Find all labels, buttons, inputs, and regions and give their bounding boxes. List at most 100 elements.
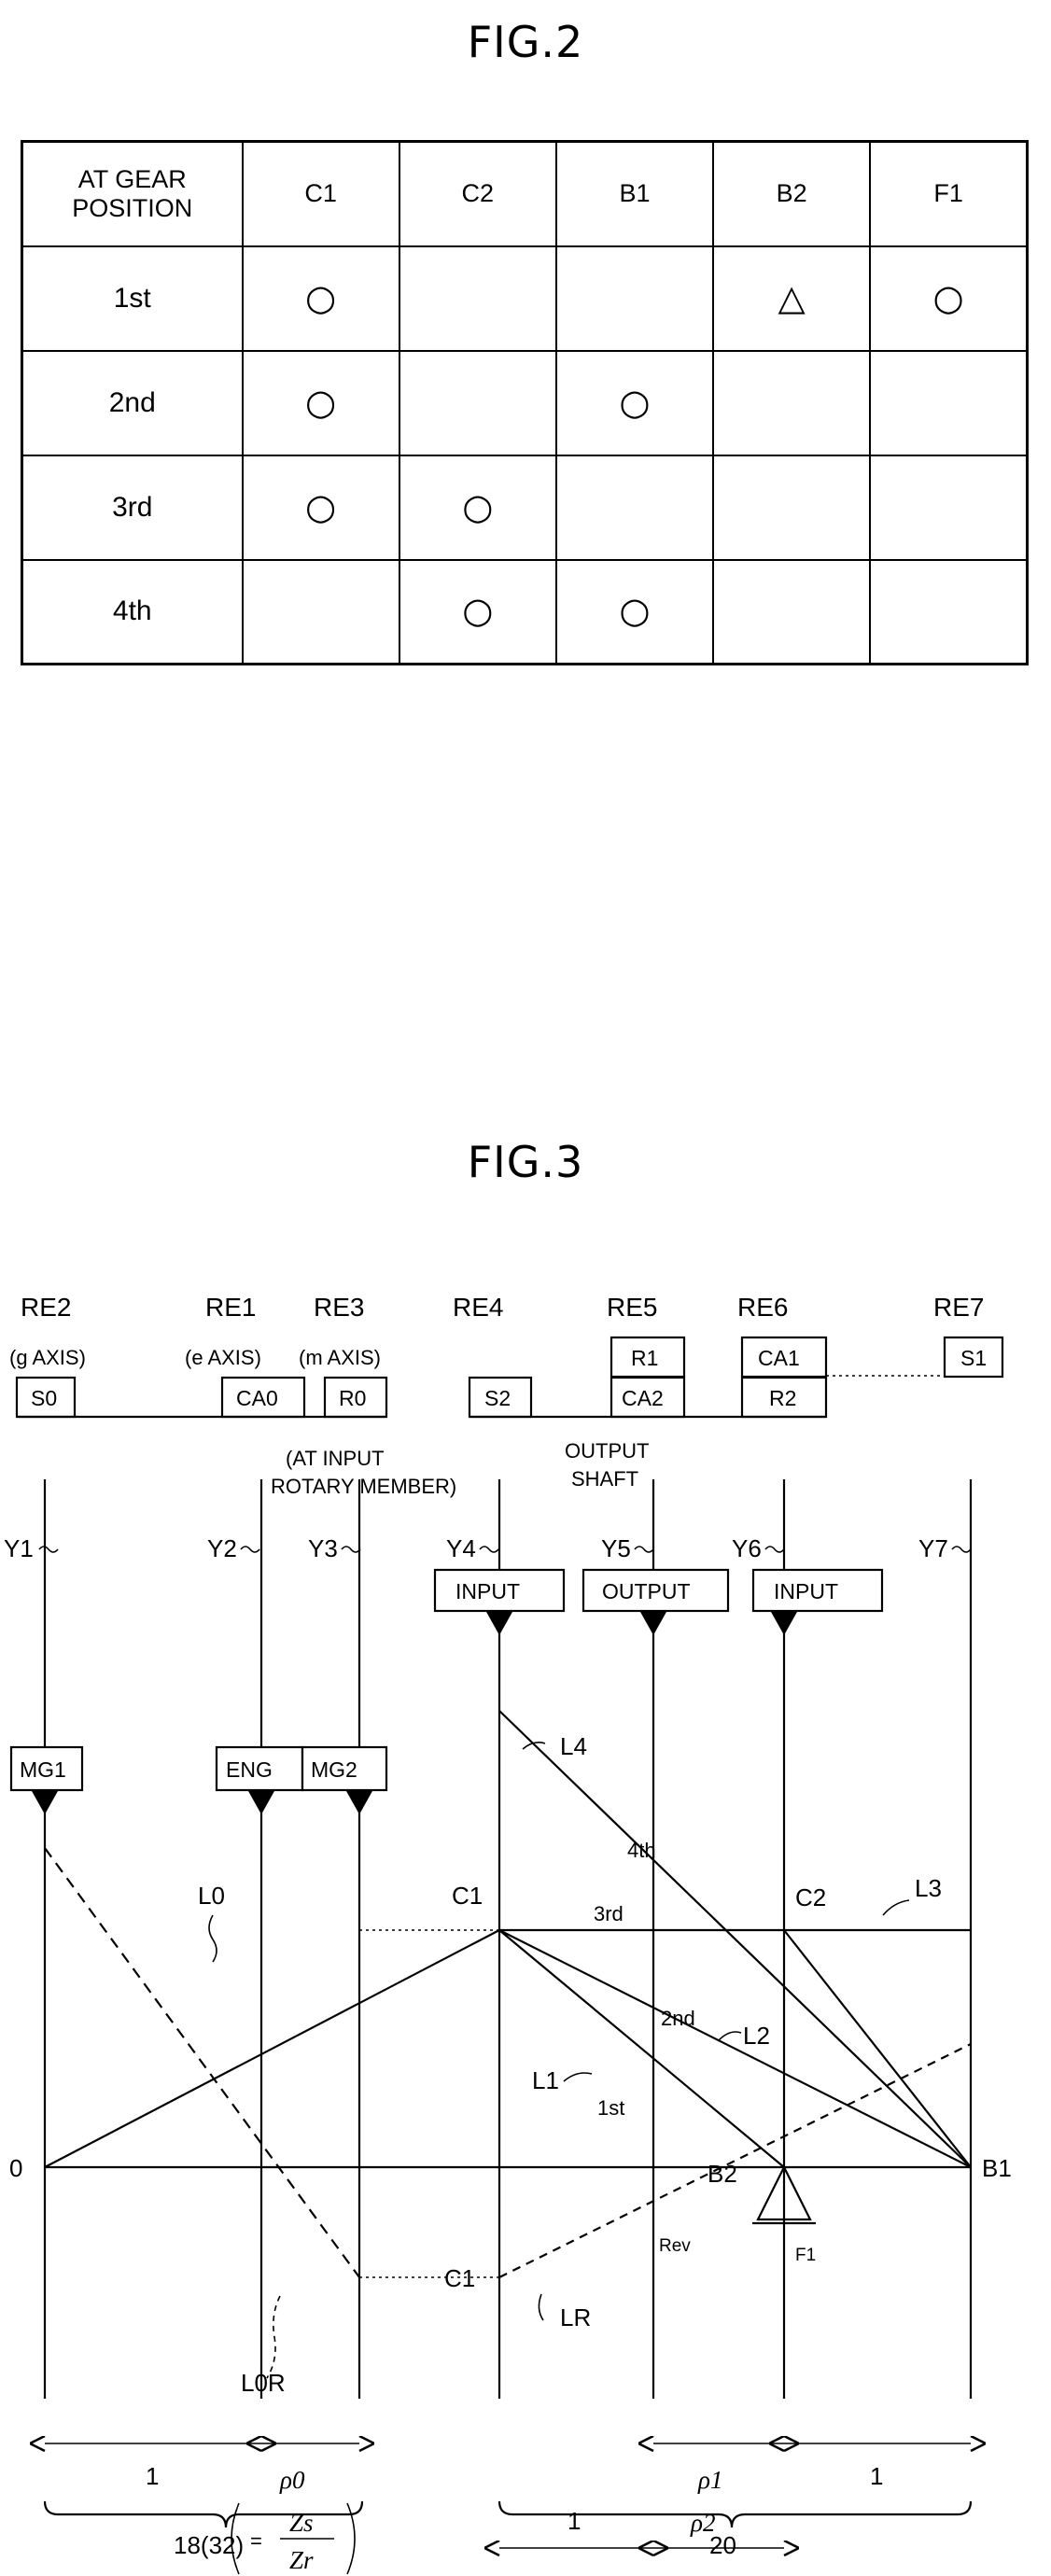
row-label-gear: 2nd (21, 349, 244, 456)
re-label-re5: RE5 (607, 1293, 657, 1322)
re-label-re4: RE4 (453, 1293, 503, 1322)
table-row: 3rd ○ ○ (21, 454, 1029, 561)
cell-3rd-f1 (869, 454, 1029, 561)
line-l4-group: L4 4th (498, 1710, 972, 2168)
marker-triangle-y4 (486, 1612, 512, 1635)
element-label-r2: R2 (769, 1386, 796, 1410)
re-label-re6: RE6 (737, 1293, 788, 1322)
column-header-gear-position: AT GEAR POSITION (21, 140, 244, 247)
y1-leader (38, 1546, 59, 1553)
cell-1st-b1 (554, 245, 715, 352)
column-header-c2: C2 (398, 140, 557, 247)
io-label-input-y6: INPUT (774, 1579, 838, 1603)
device-label-eng: ENG (226, 1757, 273, 1782)
at-gear-position-table: AT GEAR POSITION C1 C2 B1 B2 F1 1st ○ △ … (21, 140, 1029, 665)
element-label-r1: R1 (631, 1346, 658, 1370)
l1-leader (563, 2072, 593, 2082)
line-l1-l2-group: L1 1st 2nd L2 (498, 1929, 972, 2168)
table-body: 1st ○ △ ○ 2nd ○ ○ 3rd ○ ○ 4th ○ ○ (21, 245, 1029, 665)
l0-leader (208, 1914, 217, 1963)
engagement-symbol: ○ (305, 381, 337, 423)
line-l0 (44, 1929, 500, 2168)
note-at-input-line2: ROTARY MEMBER) (271, 1475, 456, 1498)
line-lr-group: LR Rev (498, 2043, 972, 2331)
note-labels: (AT INPUT ROTARY MEMBER) OUTPUT SHAFT (271, 1439, 649, 1498)
re-label-re3: RE3 (314, 1293, 364, 1322)
bottom-brace-group: 18(32) 20 (43, 2500, 973, 2559)
cell-2nd-b2 (712, 349, 872, 456)
cell-4th-c2: ○ (398, 558, 557, 665)
fig3-nomograph: RE2 RE1 RE3 RE4 RE5 RE6 RE7 (g AXIS) (e … (0, 1213, 1051, 2576)
device-label-mg2: MG2 (311, 1757, 357, 1782)
y-label-y5: Y5 (601, 1534, 631, 1562)
re-label-re7: RE7 (933, 1293, 984, 1322)
column-header-b1: B1 (554, 140, 715, 247)
element-label-s2: S2 (484, 1386, 511, 1410)
l3-leader (882, 1899, 910, 1916)
cell-4th-c1 (241, 558, 400, 665)
y3-leader (341, 1546, 361, 1553)
brace-right (497, 2500, 973, 2528)
element-label-s0: S0 (31, 1386, 57, 1410)
column-header-c1: C1 (241, 140, 400, 247)
line-l3-extension (783, 1929, 972, 2168)
marker-triangle-mg1 (32, 1791, 58, 1814)
header-line-1: AT GEAR (77, 164, 187, 193)
line-l2-second-gear (498, 1929, 972, 2168)
brace-left (43, 2500, 364, 2528)
row-label-gear: 1st (21, 245, 244, 352)
patent-figure-page: FIG.2 AT GEAR POSITION C1 C2 B1 B2 F1 1s… (0, 0, 1051, 2576)
table-row: 2nd ○ ○ (21, 349, 1029, 456)
note-output-line1: OUTPUT (565, 1439, 649, 1463)
device-boxes: MG1 ENG MG2 (9, 1745, 388, 1814)
marker-triangle-y5 (640, 1612, 666, 1635)
lr-leader (538, 2293, 544, 2321)
gear-label-1st: 1st (597, 2096, 624, 2120)
gear-label-3rd: 3rd (594, 1902, 624, 1925)
cell-3rd-c1: ○ (241, 454, 400, 561)
reference-levels (45, 1928, 971, 2278)
element-label-ca2: CA2 (622, 1386, 664, 1410)
line-l1-first-gear (498, 1929, 785, 2168)
cell-3rd-b2 (712, 454, 872, 561)
cell-4th-b2 (712, 558, 872, 665)
cell-2nd-f1 (869, 349, 1029, 456)
marker-triangle-eng (248, 1791, 274, 1814)
engagement-symbol: ○ (462, 485, 494, 527)
table-head: AT GEAR POSITION C1 C2 B1 B2 F1 (21, 140, 1029, 247)
io-label-output-y5: OUTPUT (602, 1579, 691, 1603)
cell-1st-c1: ○ (241, 245, 400, 352)
y-label-y3: Y3 (308, 1534, 338, 1562)
note-output-line2: SHAFT (571, 1467, 638, 1491)
line-label-l4: L4 (560, 1732, 587, 1760)
third-gear-group: 3rd L3 (594, 1874, 942, 1925)
engagement-symbol: △ (778, 276, 806, 318)
y6-leader (764, 1546, 785, 1553)
y-label-y7: Y7 (918, 1534, 948, 1562)
node-label-c2: C2 (795, 1883, 826, 1911)
l0r-leader (266, 2295, 281, 2379)
element-label-r0: R0 (339, 1386, 366, 1410)
re-label-re1: RE1 (205, 1293, 256, 1322)
line-label-l1: L1 (532, 2066, 559, 2094)
zero-level-label: 0 (9, 2154, 22, 2182)
lower-element-boxes: S0 CA0 R0 S2 CA2 R2 (15, 1376, 828, 1419)
engagement-symbol: ○ (462, 590, 494, 632)
row-label-gear: 3rd (21, 454, 244, 561)
engagement-symbol: ○ (932, 276, 964, 318)
cell-1st-c2 (398, 245, 557, 352)
marker-triangle-mg2 (346, 1791, 372, 1814)
table-row: 4th ○ ○ (21, 558, 1029, 665)
engagement-symbol: ○ (305, 276, 337, 318)
line-label-l0: L0 (198, 1882, 225, 1910)
cell-3rd-c2: ○ (398, 454, 557, 561)
l4-leader (522, 1742, 546, 1750)
cell-2nd-b1: ○ (554, 349, 715, 456)
line-label-l2: L2 (743, 2022, 770, 2050)
y-label-y2: Y2 (207, 1534, 237, 1562)
io-boxes: INPUT OUTPUT INPUT (433, 1568, 884, 1635)
io-label-input-y4: INPUT (455, 1579, 520, 1603)
gear-label-rev: Rev (659, 2236, 691, 2256)
engagement-symbol: ○ (619, 381, 651, 423)
marker-triangle-y6 (771, 1612, 797, 1635)
